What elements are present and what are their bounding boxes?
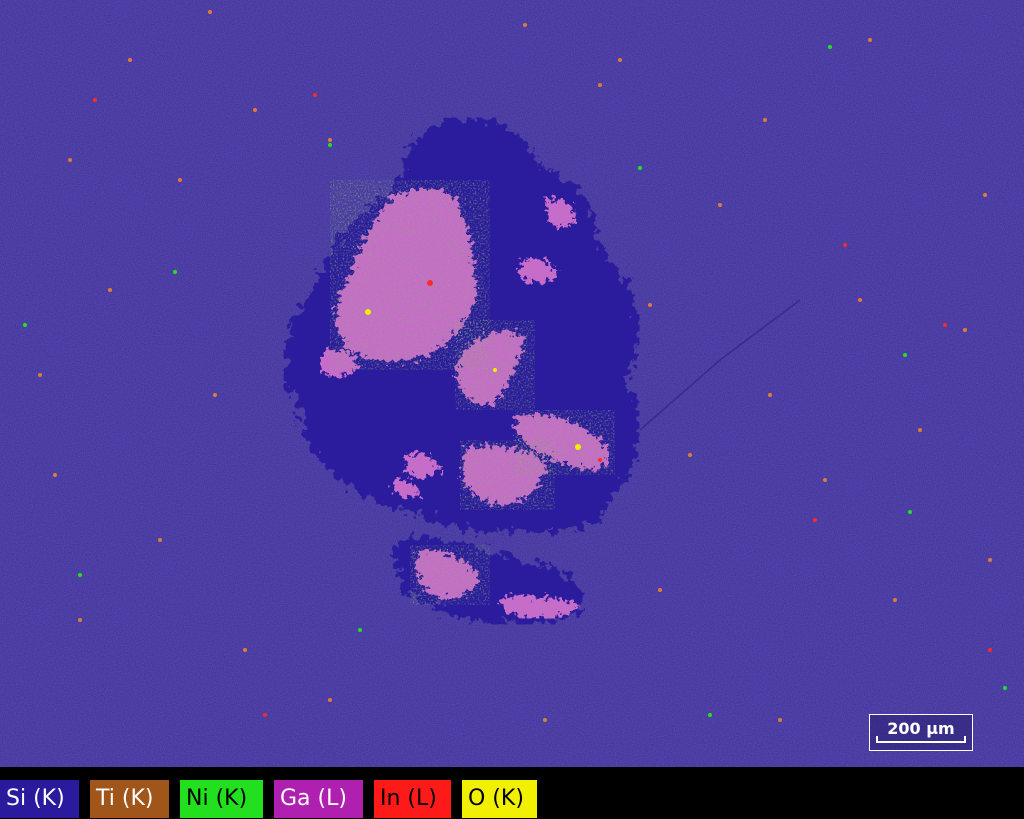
scale-bar-line — [876, 736, 966, 743]
eds-map-image — [0, 0, 1024, 767]
legend-item-o: O (K) — [462, 780, 537, 818]
legend-item-ga: Ga (L) — [274, 780, 363, 818]
legend-item-si: Si (K) — [0, 780, 79, 818]
legend-item-ti: Ti (K) — [90, 780, 169, 818]
legend-item-in: In (L) — [374, 780, 451, 818]
element-legend: Si (K) Ti (K) Ni (K) Ga (L) In (L) O (K) — [0, 777, 1024, 819]
eds-element-map: 200 µm — [0, 0, 1024, 767]
scale-bar-label: 200 µm — [887, 719, 955, 738]
legend-item-ni: Ni (K) — [180, 780, 263, 818]
scale-bar: 200 µm — [869, 714, 973, 751]
